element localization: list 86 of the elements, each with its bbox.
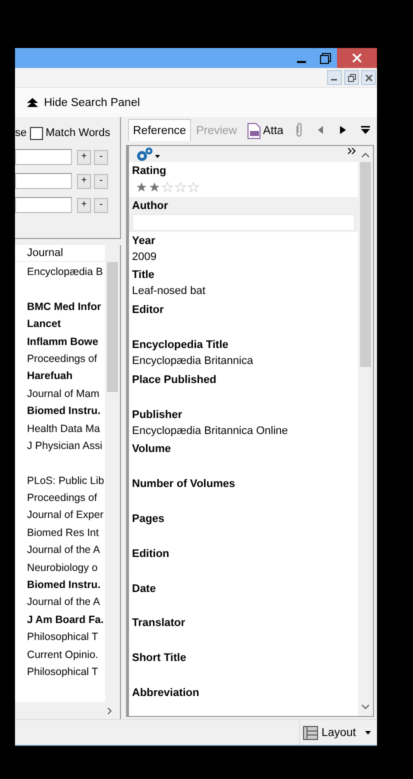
- field-label: Translator: [132, 616, 186, 632]
- option-label: se: [15, 127, 27, 139]
- star-icon: [188, 182, 199, 192]
- field-value[interactable]: Encyclopædia Britannica Online: [132, 422, 355, 439]
- journal-cell[interactable]: J Physician Assi: [15, 438, 105, 456]
- horizontal-scrollbar[interactable]: [15, 702, 120, 719]
- field-label: Editor: [132, 303, 165, 318]
- add-row-button[interactable]: +: [77, 198, 91, 212]
- field-label: Date: [132, 582, 157, 597]
- close-button[interactable]: [361, 70, 376, 85]
- journal-cell[interactable]: Current Opinio.: [15, 646, 105, 664]
- journal-cell[interactable]: Proceedings of: [15, 350, 105, 368]
- menu-icon[interactable]: [360, 126, 370, 134]
- search-input-field[interactable]: [15, 197, 72, 213]
- journal-cell[interactable]: Biomed Instru.: [15, 403, 105, 421]
- journal-cell[interactable]: Lancet: [15, 316, 105, 334]
- star-icon: [149, 182, 160, 192]
- tab[interactable]: Reference: [128, 119, 192, 141]
- journal-cell[interactable]: Proceedings of: [15, 490, 105, 508]
- field-label: Pages: [132, 512, 166, 527]
- journal-cell[interactable]: Biomed Res Int: [15, 524, 105, 542]
- field-label: Short Title: [132, 651, 188, 666]
- journal-cell[interactable]: Philosophical T: [15, 664, 105, 682]
- double-up-arrow-icon: [27, 98, 38, 108]
- journal-cell[interactable]: Encyclopædia B: [15, 264, 105, 282]
- tab[interactable]: Atta: [242, 119, 288, 141]
- field-label: Edition: [132, 546, 170, 562]
- journal-cell[interactable]: Journal of Exper: [15, 507, 105, 525]
- journal-cell[interactable]: Journal of Mam: [15, 386, 105, 404]
- scroll-right-icon[interactable]: [107, 706, 112, 714]
- star-icon: [136, 182, 147, 192]
- star-icon: [162, 182, 173, 192]
- journal-cell[interactable]: Inflamm Bowe: [15, 334, 105, 351]
- scroll-down-icon[interactable]: [361, 704, 370, 710]
- search-input-field[interactable]: [15, 149, 72, 165]
- field-label: Publisher: [132, 408, 184, 423]
- field-label: Rating: [132, 164, 168, 179]
- paperclip-icon[interactable]: [295, 122, 304, 138]
- field-label: Abbreviation: [132, 686, 200, 701]
- previous-arrow-icon[interactable]: [318, 126, 324, 134]
- close-button[interactable]: [337, 48, 377, 68]
- remove-row-button[interactable]: -: [94, 198, 108, 212]
- field-label: Encyclopedia Title: [132, 338, 230, 353]
- close-icon: [364, 74, 372, 82]
- next-arrow-icon[interactable]: [340, 126, 346, 134]
- search-input-field[interactable]: [15, 173, 72, 189]
- column-header[interactable]: Journal: [27, 247, 64, 259]
- remove-row-button[interactable]: -: [94, 174, 108, 188]
- field-value[interactable]: Leaf-nosed bat: [132, 283, 355, 300]
- field-label: Year: [132, 234, 156, 249]
- minimize-button[interactable]: [327, 70, 342, 85]
- pdf-icon: [246, 122, 261, 138]
- journal-cell[interactable]: BMC Med Infor: [15, 298, 105, 316]
- journal-cell[interactable]: Biomed Instru.: [15, 577, 105, 594]
- journal-cell[interactable]: Health Data Ma: [15, 420, 105, 438]
- field-label: Volume: [132, 442, 172, 458]
- close-icon: [352, 53, 362, 63]
- journal-cell[interactable]: Journal of the A: [15, 542, 105, 560]
- journal-cell[interactable]: Neurobiology o: [15, 560, 105, 578]
- match-words-checkbox[interactable]: [30, 126, 43, 140]
- remove-row-button[interactable]: -: [94, 150, 108, 164]
- layout-icon: [303, 726, 318, 740]
- minimize-icon: [296, 60, 306, 62]
- journal-cell[interactable]: PLoS: Public Lib: [15, 472, 105, 490]
- restore-icon: [348, 74, 356, 82]
- restore-button[interactable]: [344, 70, 359, 85]
- journal-cell[interactable]: J Am Board Fa.: [15, 612, 105, 630]
- hide-search-panel-button[interactable]: Hide Search Panel: [44, 96, 140, 108]
- scroll-up-icon[interactable]: [361, 152, 370, 158]
- field-label: Number of Volumes: [132, 477, 236, 492]
- journal-cell[interactable]: Harefuah: [15, 368, 105, 386]
- field-label: Author: [132, 198, 170, 214]
- field-value[interactable]: 2009: [132, 248, 355, 265]
- field-label: Place Published: [132, 372, 218, 388]
- vertical-scrollbar[interactable]: [358, 146, 373, 716]
- match-words-label: Match Words: [46, 127, 110, 139]
- journal-cell[interactable]: Journal of the A: [15, 594, 105, 612]
- add-row-button[interactable]: +: [77, 150, 91, 164]
- field-label: Title: [132, 268, 156, 284]
- field-value[interactable]: Encyclopædia Britannica: [132, 352, 355, 369]
- journal-cell[interactable]: Philosophical T: [15, 629, 105, 647]
- restore-icon: [320, 52, 330, 64]
- star-icon: [175, 182, 186, 192]
- expand-icon[interactable]: [348, 148, 356, 154]
- add-row-button[interactable]: +: [77, 174, 91, 188]
- gears-icon[interactable]: [135, 146, 161, 162]
